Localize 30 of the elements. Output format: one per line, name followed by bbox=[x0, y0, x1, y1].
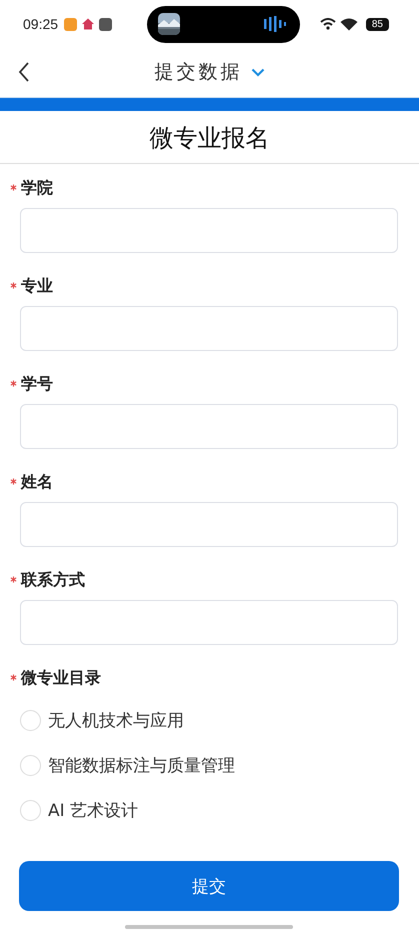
input-field[interactable] bbox=[20, 600, 398, 645]
field-label: 微专业目录 bbox=[21, 668, 101, 689]
submit-button[interactable]: 提交 bbox=[19, 861, 399, 911]
input-field[interactable] bbox=[20, 404, 398, 449]
field-label: 姓名 bbox=[21, 472, 53, 493]
option-label[interactable]: AI 艺术设计 bbox=[48, 799, 138, 822]
radio-button[interactable] bbox=[20, 755, 41, 776]
app-icon bbox=[99, 18, 112, 30]
chevron-down-icon[interactable] bbox=[250, 68, 264, 76]
field-label: 专业 bbox=[21, 276, 53, 297]
radio-button[interactable] bbox=[20, 800, 41, 821]
home-icon bbox=[81, 17, 96, 31]
back-icon[interactable] bbox=[18, 61, 30, 83]
radio-button[interactable] bbox=[20, 710, 41, 731]
input-field[interactable] bbox=[20, 306, 398, 351]
form-title: 微专业报名 bbox=[0, 111, 419, 164]
input-field[interactable] bbox=[20, 502, 398, 547]
app-icon bbox=[64, 18, 78, 30]
field-label: 学号 bbox=[21, 374, 53, 395]
signal-icon bbox=[320, 18, 336, 30]
field-label: 学院 bbox=[21, 178, 53, 199]
wifi-icon bbox=[340, 18, 358, 30]
page-title: 提交数据 bbox=[154, 60, 242, 85]
field-label: 联系方式 bbox=[21, 570, 85, 591]
option-label[interactable]: 智能数据标注与质量管理 bbox=[48, 754, 235, 777]
input-field[interactable] bbox=[20, 208, 398, 253]
audio-wave-icon bbox=[264, 16, 286, 32]
status-time: 09:25 bbox=[23, 16, 58, 32]
option-label[interactable]: 无人机技术与应用 bbox=[48, 709, 184, 732]
battery-indicator: 85 bbox=[366, 18, 389, 30]
